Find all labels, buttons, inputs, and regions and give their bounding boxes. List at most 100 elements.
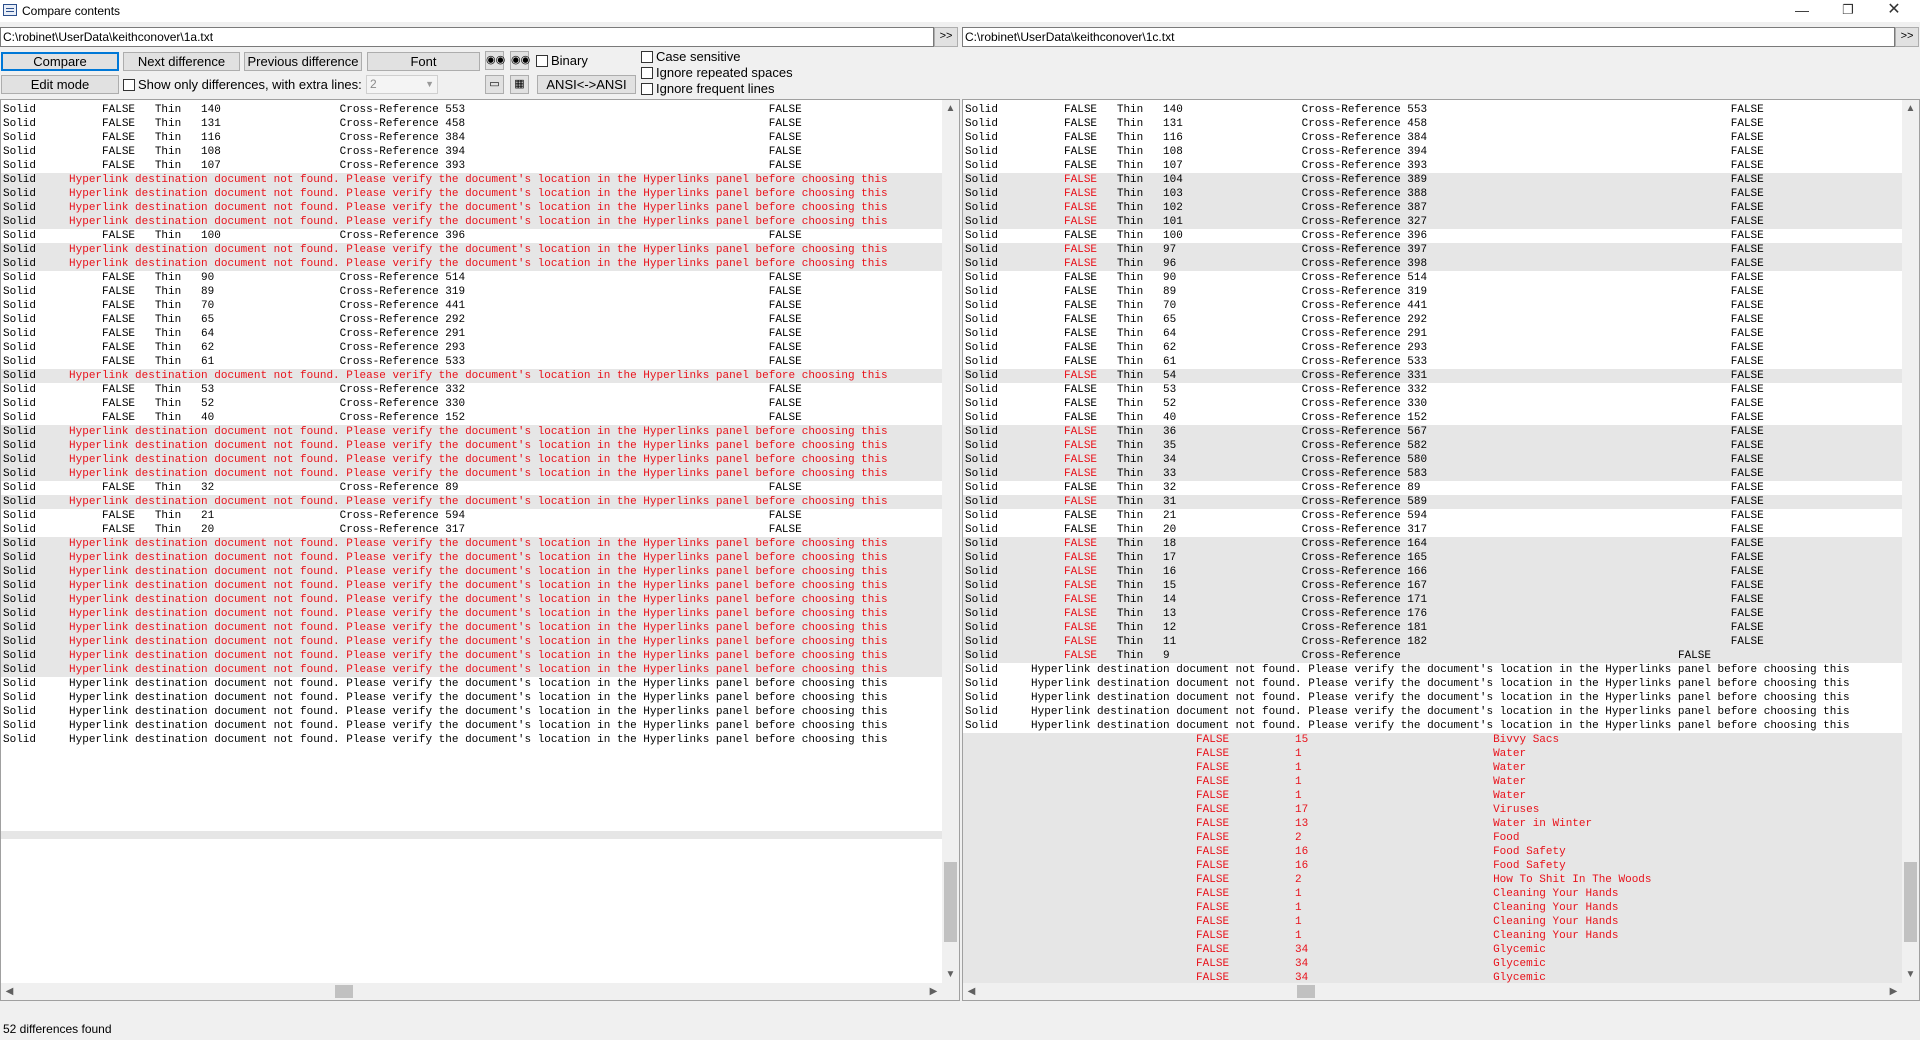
line-lead: Solid	[3, 524, 70, 536]
line-text: Thin 31 Cross-Reference 589 FALSE	[1097, 496, 1764, 508]
left-horizontal-scrollbar[interactable]: ◀ ▶	[1, 983, 942, 1000]
app-icon	[3, 4, 17, 16]
text-line: Solid FALSE Thin 53 Cross-Reference 332 …	[963, 383, 1902, 397]
line-lead: Solid	[965, 664, 1032, 676]
line-text: Hyperlink destination document not found…	[69, 692, 888, 704]
right-vertical-scrollbar[interactable]: ▲ ▼	[1902, 100, 1919, 983]
line-lead: Solid	[3, 468, 70, 480]
scroll-thumb[interactable]	[944, 862, 957, 942]
diff-line: Solid Hyperlink destination document not…	[1, 215, 942, 229]
scroll-down-icon[interactable]: ▼	[942, 966, 959, 983]
line-lead: Solid	[3, 314, 70, 326]
right-path-input[interactable]: C:\robinet\UserData\keithconover\1c.txt	[962, 27, 1895, 47]
scroll-up-icon[interactable]: ▲	[1902, 100, 1919, 117]
diff-line: FALSE 1 Cleaning Your Hands	[963, 929, 1902, 943]
line-diff-text: FALSE	[1064, 188, 1098, 200]
right-pane[interactable]: Solid FALSE Thin 140 Cross-Reference 553…	[962, 99, 1920, 1001]
line-lead: Solid	[3, 496, 70, 508]
line-lead: Solid	[3, 342, 70, 354]
line-lead: Solid	[965, 384, 1065, 396]
line-lead: Solid	[965, 720, 1032, 732]
line-lead: Solid	[965, 608, 1065, 620]
scroll-down-icon[interactable]: ▼	[1902, 966, 1919, 983]
line-diff-text: Hyperlink destination document not found…	[69, 174, 888, 186]
line-diff-text: FALSE 2 Food	[965, 832, 1520, 844]
line-diff-text: FALSE 16 Food Safety	[965, 846, 1566, 858]
line-lead: Solid	[3, 622, 70, 634]
binary-checkbox[interactable]	[536, 55, 548, 67]
scroll-corner	[942, 983, 959, 1000]
diff-line: Solid FALSE Thin 36 Cross-Reference 567 …	[963, 425, 1902, 439]
restore-icon[interactable]: ❐	[1825, 0, 1871, 22]
text-line: Solid Hyperlink destination document not…	[1, 677, 942, 691]
edit-mode-button[interactable]: Edit mode	[1, 75, 119, 94]
line-diff-text: FALSE 13 Water in Winter	[965, 818, 1593, 830]
scroll-left-icon[interactable]: ◀	[1, 983, 18, 1000]
diff-line: Solid FALSE Thin 13 Cross-Reference 176 …	[963, 607, 1902, 621]
extra-lines-select[interactable]: 2 ▼	[366, 75, 438, 94]
text-line: Solid Hyperlink destination document not…	[963, 677, 1902, 691]
line-text: FALSE Thin 70 Cross-Reference 441 FALSE	[69, 300, 802, 312]
right-horizontal-scrollbar[interactable]: ◀ ▶	[963, 983, 1902, 1000]
line-lead: Solid	[965, 370, 1065, 382]
case-sensitive-checkbox[interactable]	[641, 51, 653, 63]
font-button[interactable]: Font	[367, 52, 480, 71]
line-diff-text: Hyperlink destination document not found…	[69, 650, 888, 662]
line-text: Thin 12 Cross-Reference 181 FALSE	[1097, 622, 1764, 634]
scroll-left-icon[interactable]: ◀	[963, 983, 980, 1000]
scroll-thumb[interactable]	[335, 985, 353, 998]
title-bar: Compare contents — ❐ ✕	[0, 0, 1920, 22]
line-text: Hyperlink destination document not found…	[1031, 678, 1850, 690]
line-lead: Solid	[3, 258, 70, 270]
show-only-differences-checkbox[interactable]	[123, 79, 135, 91]
left-browse-button[interactable]: >>	[934, 27, 958, 47]
ignore-frequent-lines-checkbox[interactable]	[641, 83, 653, 95]
line-lead: Solid	[3, 328, 70, 340]
line-text: FALSE Thin 140 Cross-Reference 553 FALSE	[69, 104, 802, 116]
compare-button[interactable]: Compare	[1, 52, 119, 71]
scroll-right-icon[interactable]: ▶	[925, 983, 942, 1000]
binoculars-next-icon[interactable]: ◉◉	[510, 51, 530, 70]
line-lead: Solid	[965, 468, 1065, 480]
window-icon[interactable]: ▭	[485, 75, 504, 94]
scroll-thumb[interactable]	[1297, 985, 1315, 998]
line-diff-text: FALSE	[1064, 468, 1098, 480]
right-browse-button[interactable]: >>	[1895, 27, 1919, 47]
save-icon[interactable]: ▦	[510, 75, 529, 94]
minimize-icon[interactable]: —	[1779, 0, 1825, 22]
scroll-thumb[interactable]	[1904, 862, 1917, 942]
left-blank-row	[1, 831, 942, 839]
diff-line: Solid FALSE Thin 31 Cross-Reference 589 …	[963, 495, 1902, 509]
line-lead: Solid	[3, 678, 70, 690]
left-lines: Solid FALSE Thin 140 Cross-Reference 553…	[1, 103, 942, 747]
previous-difference-button[interactable]: Previous difference	[244, 52, 362, 71]
line-diff-text: Hyperlink destination document not found…	[69, 636, 888, 648]
scroll-up-icon[interactable]: ▲	[942, 100, 959, 117]
line-diff-text: FALSE	[1064, 440, 1098, 452]
line-lead: Solid	[965, 650, 1065, 662]
line-lead: Solid	[3, 552, 70, 564]
scroll-right-icon[interactable]: ▶	[1885, 983, 1902, 1000]
ignore-repeated-spaces-checkbox[interactable]	[641, 67, 653, 79]
text-line: Solid FALSE Thin 140 Cross-Reference 553…	[963, 103, 1902, 117]
diff-line: Solid FALSE Thin 12 Cross-Reference 181 …	[963, 621, 1902, 635]
line-text: FALSE Thin 116 Cross-Reference 384 FALSE	[1064, 132, 1764, 144]
line-lead: Solid	[965, 594, 1065, 606]
line-lead: Solid	[3, 202, 70, 214]
line-lead: Solid	[3, 650, 70, 662]
case-sensitive-label: Case sensitive	[656, 49, 741, 64]
close-icon[interactable]: ✕	[1871, 0, 1917, 22]
line-text: FALSE Thin 100 Cross-Reference 396 FALSE	[1064, 230, 1764, 242]
next-difference-button[interactable]: Next difference	[123, 52, 240, 71]
line-lead: Solid	[965, 566, 1065, 578]
left-path-input[interactable]: C:\robinet\UserData\keithconover\1a.txt	[0, 27, 934, 47]
binoculars-icon[interactable]: ◉◉	[485, 51, 505, 70]
line-diff-text: FALSE	[1064, 608, 1098, 620]
left-vertical-scrollbar[interactable]: ▲ ▼	[942, 100, 959, 983]
diff-line: FALSE 1 Water	[963, 747, 1902, 761]
ansi-button[interactable]: ANSI<->ANSI	[537, 75, 636, 94]
line-diff-text: FALSE 1 Cleaning Your Hands	[965, 930, 1619, 942]
left-pane[interactable]: Solid FALSE Thin 140 Cross-Reference 553…	[0, 99, 960, 1001]
line-text: FALSE Thin 21 Cross-Reference 594 FALSE	[1064, 510, 1764, 522]
text-line: Solid FALSE Thin 62 Cross-Reference 293 …	[1, 341, 942, 355]
